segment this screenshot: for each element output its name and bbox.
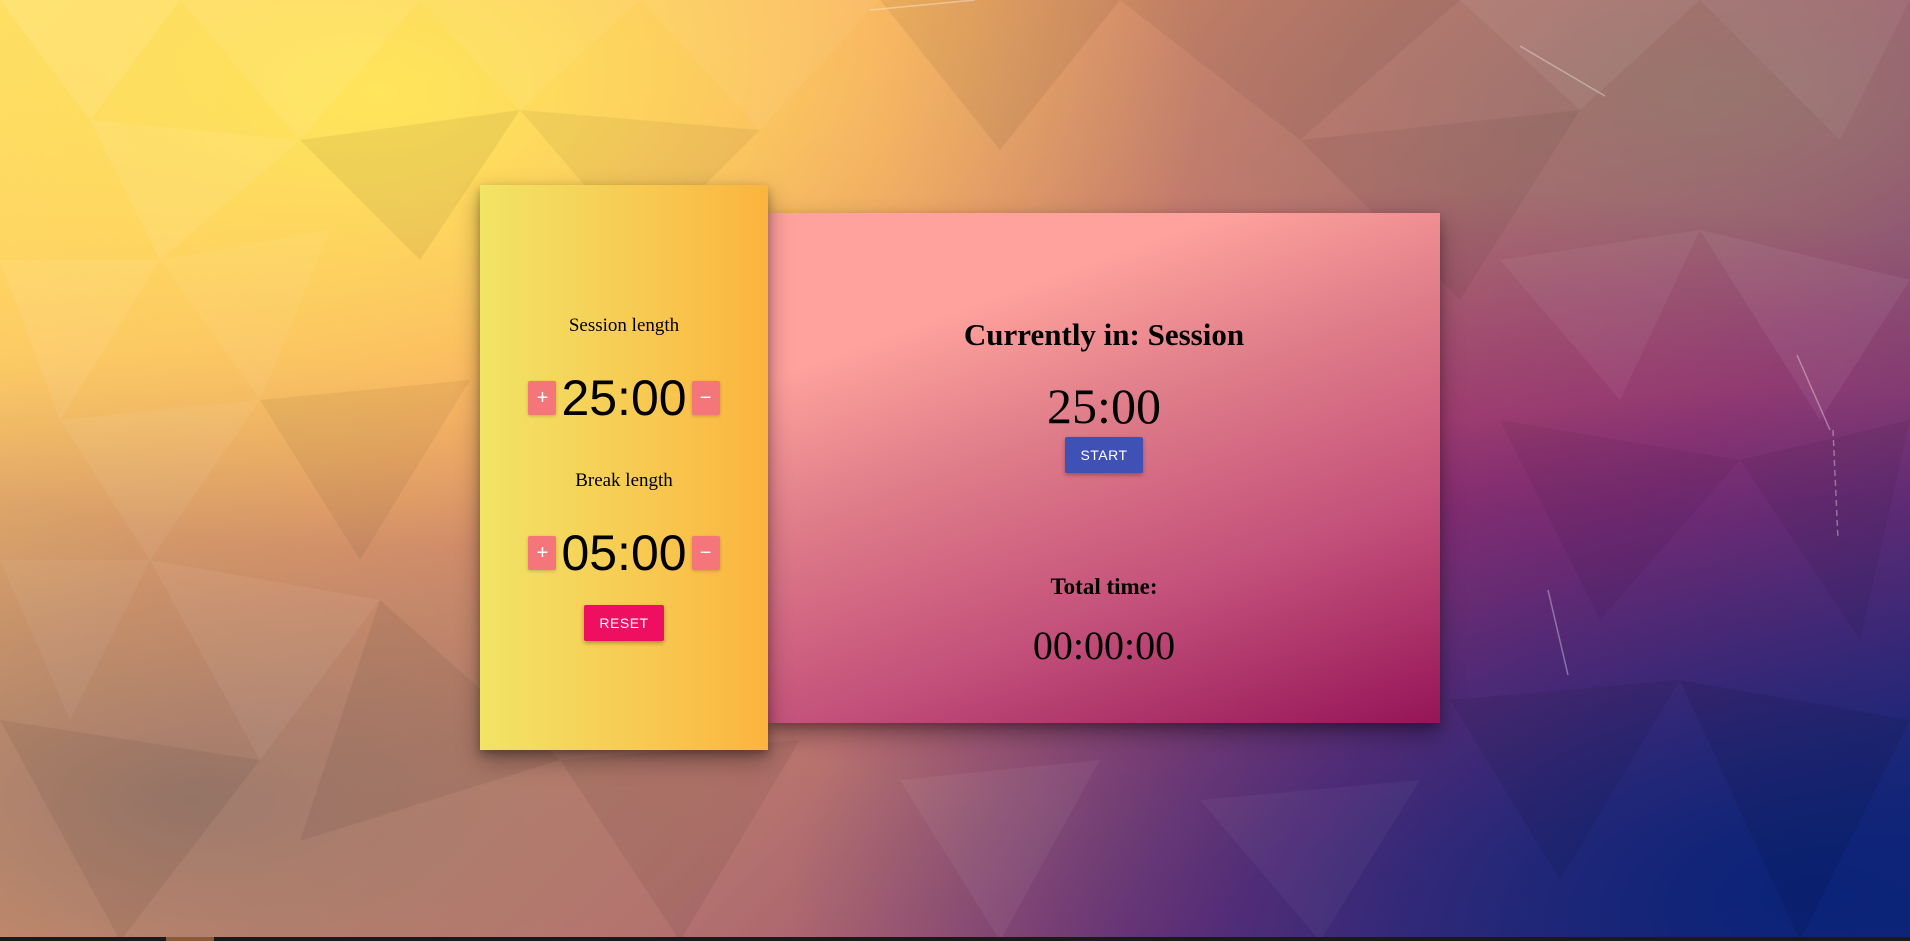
settings-panel: Session length + 25:00 − Break length + … — [480, 185, 768, 750]
session-length-control: + 25:00 − — [480, 370, 768, 426]
minus-icon: − — [699, 387, 712, 409]
bottom-edge-segment — [166, 937, 214, 941]
countdown-display: 25:00 — [1047, 378, 1161, 434]
current-mode-heading: Currently in: Session — [963, 317, 1245, 352]
session-decrement-button[interactable]: − — [691, 381, 720, 415]
start-button[interactable]: START — [1065, 437, 1143, 473]
break-length-value: 05:00 — [561, 525, 687, 581]
break-length-control: + 05:00 − — [480, 525, 768, 581]
timer-panel: Currently in: Session 25:00 START Total … — [768, 213, 1440, 723]
plus-icon: + — [536, 542, 549, 564]
total-time-label: Total time: — [1050, 574, 1158, 599]
minus-icon: − — [699, 542, 712, 564]
break-decrement-button[interactable]: − — [691, 536, 720, 570]
session-increment-button[interactable]: + — [528, 381, 557, 415]
plus-icon: + — [536, 387, 549, 409]
reset-button[interactable]: RESET — [584, 605, 664, 641]
session-length-value: 25:00 — [561, 370, 687, 426]
session-length-row — [480, 297, 768, 353]
total-time-value: 00:00:00 — [1032, 623, 1176, 668]
bottom-edge-bar — [0, 937, 1910, 941]
break-length-label: Break length — [575, 470, 673, 491]
break-increment-button[interactable]: + — [528, 536, 557, 570]
